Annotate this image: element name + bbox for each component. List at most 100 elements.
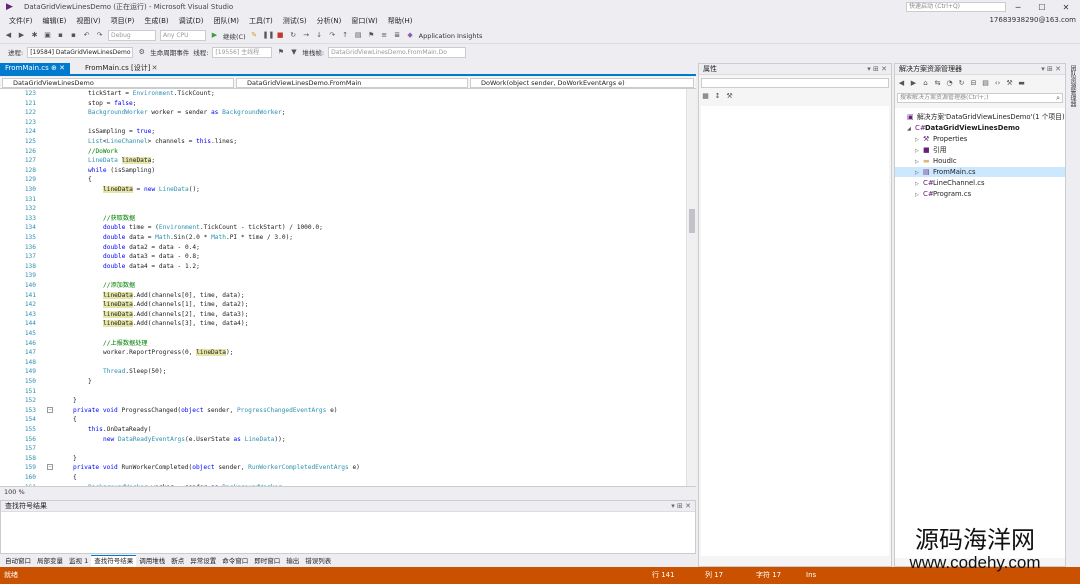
tree-item[interactable]: ▷ C#LineChannel.cs — [895, 178, 985, 188]
close-tab-icon[interactable]: ✕ — [150, 64, 159, 73]
code-line[interactable]: 122 BackgroundWorker worker = sender as B… — [0, 108, 686, 118]
code-line[interactable]: 148 — [0, 358, 686, 368]
bottom-tab[interactable]: 断点 — [168, 556, 187, 567]
menu-item[interactable]: 文件(F) — [4, 16, 38, 26]
code-line[interactable]: 142 lineData.Add(channels[1], time, data2… — [0, 300, 686, 310]
expand-arrow-icon[interactable]: ▷ — [915, 135, 923, 145]
code-line[interactable]: 140 //添加数据 — [0, 281, 686, 291]
code-line[interactable]: 128 while (isSampling) — [0, 166, 686, 176]
code-line[interactable]: 153 − private void ProgressChanged(object … — [0, 406, 686, 416]
code-line[interactable]: 127 LineData lineData; — [0, 156, 686, 166]
solution-search-input[interactable]: 搜索解决方案资源管理器(Ctrl+;) ⌕ — [897, 93, 1063, 103]
code-line[interactable]: 160 { — [0, 473, 686, 483]
search-icon[interactable]: ⌕ — [1056, 94, 1060, 102]
continue-button[interactable]: 继续(C) — [223, 31, 246, 41]
code-line[interactable]: 157 — [0, 444, 686, 454]
expand-arrow-icon[interactable]: ▷ — [915, 190, 923, 200]
zoom-level[interactable]: 100 % — [4, 488, 25, 496]
comment-icon[interactable]: ≡ — [380, 31, 389, 40]
pause-icon[interactable]: ❚❚ — [263, 31, 275, 40]
menu-item[interactable]: 项目(P) — [106, 16, 140, 26]
filter-thread-icon[interactable]: ▼ — [289, 48, 298, 57]
expand-arrow-icon[interactable]: ◢ — [907, 124, 915, 134]
tree-item[interactable]: ▷ ▬ HoudIc — [895, 156, 957, 166]
editor-vertical-scrollbar[interactable] — [686, 89, 696, 486]
code-line[interactable]: 145 — [0, 329, 686, 339]
collapse-region-icon[interactable]: − — [47, 464, 53, 471]
menu-item[interactable]: 团队(M) — [208, 16, 244, 26]
stop-icon[interactable]: ■ — [276, 31, 285, 40]
code-line[interactable]: 136 double data2 = data - 0.4; — [0, 243, 686, 253]
redo-icon[interactable]: ↷ — [95, 31, 104, 40]
code-line[interactable]: 123 — [0, 118, 686, 128]
bottom-tab[interactable]: 异常设置 — [187, 556, 219, 567]
show-all-files-icon[interactable]: ▤ — [981, 79, 990, 88]
thread-select[interactable]: [19556] 主线程 — [212, 46, 273, 58]
bookmark-icon[interactable]: ⚑ — [367, 31, 376, 40]
properties-grid[interactable] — [701, 106, 889, 556]
code-line[interactable]: 151 — [0, 387, 686, 397]
code-line[interactable]: 124 isSampling = true; — [0, 127, 686, 137]
view-code-icon[interactable]: ‹› — [993, 79, 1002, 88]
code-line[interactable]: 123 tickStart = Environment.TickCount; — [0, 89, 686, 99]
bottom-tab[interactable]: 监视 1 — [66, 556, 91, 567]
tab-frommain-cs[interactable]: FromMain.cs ⊕ ✕ — [0, 63, 70, 74]
menu-item[interactable]: 帮助(H) — [383, 16, 418, 26]
project-nav-select[interactable]: DataGridViewLinesDemo — [2, 78, 234, 88]
bottom-tab[interactable]: 输出 — [283, 556, 302, 567]
uncomment-icon[interactable]: ≣ — [393, 31, 402, 40]
forward-icon[interactable]: ▶ — [17, 31, 26, 40]
bottom-tab[interactable]: 调用堆栈 — [136, 556, 168, 567]
code-line[interactable]: 155 this.OnDataReady( — [0, 425, 686, 435]
save-all-icon[interactable]: ▪ — [69, 31, 78, 40]
bottom-tab[interactable]: 错误列表 — [302, 556, 334, 567]
code-line[interactable]: 125 List<LineChannel> channels = this.lin… — [0, 137, 686, 147]
code-line[interactable]: 126 //DoWork — [0, 147, 686, 157]
code-line[interactable]: 137 double data3 = data - 0.8; — [0, 252, 686, 262]
application-insights-button[interactable]: Application Insights — [419, 32, 483, 40]
code-line[interactable]: 131 — [0, 195, 686, 205]
account-name[interactable]: 17683938290@163.com — [989, 16, 1076, 24]
code-editor[interactable]: 123 tickStart = Environment.TickCount; 121… — [0, 89, 696, 486]
stack-frame-select[interactable]: DataGridViewLinesDemo.FromMain.Do — [328, 46, 467, 58]
step-into-icon[interactable]: ↓ — [315, 31, 324, 40]
configuration-select[interactable]: Debug — [108, 30, 156, 41]
sync-icon[interactable]: ⇆ — [933, 79, 942, 88]
flag-icon[interactable]: ⚑ — [276, 48, 285, 57]
code-line[interactable]: 130 lineData = new LineData(); — [0, 185, 686, 195]
tree-item[interactable]: ▣ 解决方案'DataGridViewLinesDemo'(1 个项目) — [895, 112, 1065, 122]
code-line[interactable]: 144 lineData.Add(channels[3], time, data4… — [0, 319, 686, 329]
undo-icon[interactable]: ↶ — [82, 31, 91, 40]
tree-item[interactable]: ▷ ⚒ Properties — [895, 134, 967, 144]
menu-item[interactable]: 工具(T) — [244, 16, 278, 26]
maximize-button[interactable]: ☐ — [1034, 3, 1050, 12]
code-line[interactable]: 132 — [0, 204, 686, 214]
collapse-region-icon[interactable]: − — [47, 406, 53, 413]
save-icon[interactable]: ▪ — [56, 31, 65, 40]
code-line[interactable]: 156 new DataReadyEventArgs(e.UserState as… — [0, 435, 686, 445]
expand-arrow-icon[interactable]: ▷ — [915, 146, 923, 156]
menu-item[interactable]: 视图(V) — [71, 16, 105, 26]
code-line[interactable]: 150} — [0, 377, 686, 387]
expand-arrow-icon[interactable]: ▷ — [915, 179, 923, 189]
member-nav-select[interactable]: DoWork(object sender, DoWorkEventArgs e) — [470, 78, 694, 88]
open-icon[interactable]: ▣ — [43, 31, 52, 40]
preview-icon[interactable]: ▬ — [1017, 79, 1026, 88]
lifecycle-events-button[interactable]: 生命周期事件 — [150, 47, 189, 57]
bottom-tab[interactable]: 自动窗口 — [2, 556, 34, 567]
property-pages-icon[interactable]: ⚒ — [725, 92, 734, 101]
new-project-icon[interactable]: ✱ — [30, 31, 39, 40]
code-line[interactable]: 133 //获取数据 — [0, 214, 686, 224]
team-explorer-strip[interactable]: 团队资源管理器 — [1066, 63, 1080, 567]
restart-icon[interactable]: ↻ — [289, 31, 298, 40]
pending-changes-icon[interactable]: ◔ — [945, 79, 954, 88]
categorized-icon[interactable]: ▦ — [701, 92, 710, 101]
back-icon[interactable]: ◀ — [4, 31, 13, 40]
code-line[interactable]: 134 double time = (Environment.TickCount … — [0, 223, 686, 233]
step-over-icon[interactable]: ↷ — [328, 31, 337, 40]
platform-select[interactable]: Any CPU — [160, 30, 206, 41]
class-nav-select[interactable]: DataGridViewLinesDemo.FromMain — [236, 78, 468, 88]
home-icon[interactable]: ⌂ — [921, 79, 930, 88]
bottom-tab[interactable]: 命令窗口 — [219, 556, 251, 567]
code-line[interactable]: 135 double data = Math.Sin(2.0 * Math.PI … — [0, 233, 686, 243]
